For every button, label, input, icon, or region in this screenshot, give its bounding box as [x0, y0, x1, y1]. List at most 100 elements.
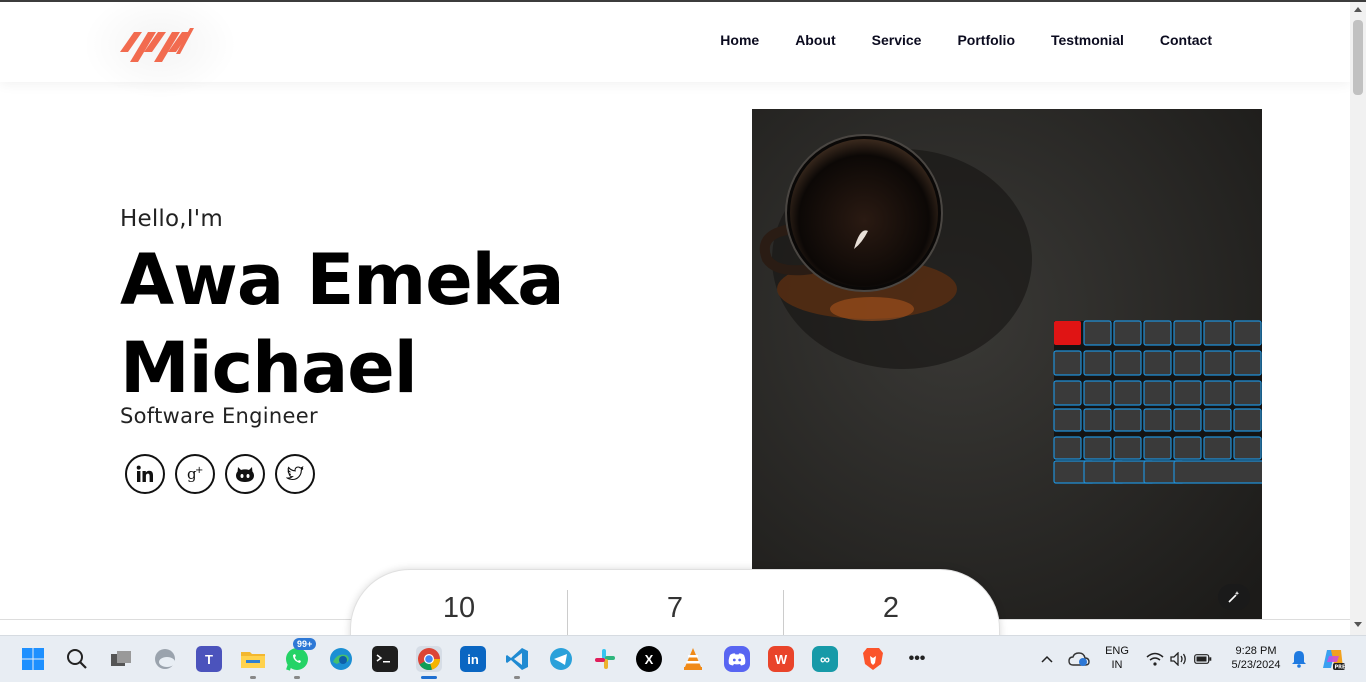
- search-icon: [67, 649, 87, 669]
- main-nav: Home About Service Portfolio Testmonial …: [684, 32, 1212, 48]
- wps-office-button[interactable]: W: [768, 646, 794, 672]
- terminal-button[interactable]: [372, 646, 398, 672]
- google-plus-icon: g +: [187, 465, 203, 483]
- teams-button[interactable]: T: [196, 646, 222, 672]
- nav-service[interactable]: Service: [872, 32, 922, 48]
- browser-viewport: Home About Service Portfolio Testmonial …: [0, 2, 1350, 635]
- google-plus-link[interactable]: g +: [175, 454, 215, 494]
- github-link[interactable]: [225, 454, 265, 494]
- discord-button[interactable]: [724, 646, 750, 672]
- running-indicator: [294, 676, 300, 679]
- hero-greeting: Hello,I'm: [120, 206, 223, 232]
- page-scrollbar[interactable]: [1350, 2, 1366, 635]
- x-icon: X: [644, 651, 654, 667]
- battery-button[interactable]: [1190, 646, 1216, 672]
- copilot-icon: PRE: [1323, 650, 1346, 671]
- volume-button[interactable]: [1166, 646, 1192, 672]
- hero-name-line1: Awa Emeka: [120, 239, 564, 321]
- nav-testimonial[interactable]: Testmonial: [1051, 32, 1124, 48]
- widgets-button[interactable]: [152, 646, 178, 672]
- input-language[interactable]: ENG IN: [1100, 645, 1134, 671]
- onedrive-button[interactable]: [1066, 646, 1092, 672]
- file-explorer-button[interactable]: [240, 646, 266, 672]
- site-header: Home About Service Portfolio Testmonial …: [0, 2, 1350, 100]
- weather-icon: [155, 649, 175, 669]
- social-links: g +: [125, 454, 563, 494]
- linkedin-link[interactable]: [125, 454, 165, 494]
- stat-item: 2: [783, 592, 999, 625]
- stat-value: 2: [882, 592, 900, 624]
- clock-date: 5/23/2024: [1231, 659, 1281, 671]
- nav-contact[interactable]: Contact: [1160, 32, 1212, 48]
- svg-text:PRE: PRE: [1335, 665, 1346, 671]
- github-icon: [236, 467, 254, 482]
- slack-button[interactable]: [592, 646, 618, 672]
- speaker-icon: [1170, 652, 1186, 666]
- scroll-down-arrow[interactable]: [1354, 622, 1362, 627]
- telegram-button[interactable]: [548, 646, 574, 672]
- scrollbar-thumb[interactable]: [1353, 20, 1363, 95]
- linkedin-app-icon: in: [467, 651, 479, 667]
- notification-badge: 99+: [293, 638, 317, 650]
- wps-icon: W: [774, 651, 788, 667]
- search-button[interactable]: [64, 646, 90, 672]
- battery-icon: [1194, 654, 1212, 664]
- slack-icon: [595, 649, 615, 669]
- start-button[interactable]: [20, 646, 46, 672]
- more-apps-button[interactable]: •••: [904, 646, 930, 672]
- telegram-icon: [550, 648, 572, 670]
- magic-wand-icon: [1228, 591, 1240, 603]
- cloud-sync-icon: [1068, 652, 1090, 666]
- running-indicator: [250, 676, 256, 679]
- scroll-up-arrow[interactable]: [1354, 7, 1362, 12]
- teams-icon: T: [205, 651, 213, 667]
- edge-button[interactable]: [328, 646, 354, 672]
- active-indicator: [421, 676, 437, 679]
- hero-intro: Hello,I'm Awa Emeka Michael Software Eng…: [120, 206, 564, 494]
- magic-wand-button[interactable]: [1218, 584, 1250, 610]
- stats-card: 10 7 2: [350, 569, 1000, 635]
- brave-icon: [863, 648, 883, 670]
- language-code: ENG: [1105, 645, 1129, 657]
- hero-name-line2: Michael: [120, 327, 418, 409]
- stat-item: 7: [567, 592, 783, 625]
- windows-icon: [22, 648, 44, 670]
- svg-text:+: +: [195, 465, 203, 476]
- linkedin-icon: [136, 465, 153, 482]
- nav-home[interactable]: Home: [720, 32, 759, 48]
- clock-time: 9:28 PM: [1235, 645, 1277, 657]
- linkedin-app-button[interactable]: in: [460, 646, 486, 672]
- notifications-button[interactable]: [1286, 646, 1312, 672]
- terminal-icon: [376, 654, 390, 663]
- show-hidden-icons-button[interactable]: [1034, 646, 1060, 672]
- task-view-icon: [111, 651, 131, 666]
- vscode-button[interactable]: [504, 646, 530, 672]
- vscode-icon: [506, 648, 528, 670]
- folder-icon: [241, 652, 265, 668]
- clock[interactable]: 9:28 PM 5/23/2024: [1224, 645, 1288, 671]
- copilot-button[interactable]: PRE: [1320, 646, 1346, 672]
- chrome-icon: [418, 648, 440, 671]
- stat-item: 10: [351, 592, 567, 625]
- x-app-button[interactable]: X: [636, 646, 662, 672]
- stat-value: 7: [666, 592, 684, 624]
- windows-taskbar: T 99+ in X W ∞ ••• ENG IN 9:28 PM 5/23/2…: [0, 635, 1366, 682]
- arduino-button[interactable]: ∞: [812, 646, 838, 672]
- network-button[interactable]: [1142, 646, 1168, 672]
- task-view-button[interactable]: [108, 646, 134, 672]
- hero-name: Awa Emeka Michael: [120, 236, 564, 412]
- running-indicator: [514, 676, 520, 679]
- vlc-button[interactable]: [680, 646, 706, 672]
- nav-about[interactable]: About: [795, 32, 835, 48]
- whatsapp-button[interactable]: 99+: [284, 638, 317, 672]
- site-logo[interactable]: [120, 24, 194, 62]
- stat-value: 10: [442, 592, 476, 624]
- chevron-up-icon: [1041, 655, 1053, 663]
- brave-button[interactable]: [860, 646, 886, 672]
- hero-photo: [752, 109, 1262, 619]
- nav-portfolio[interactable]: Portfolio: [957, 32, 1015, 48]
- twitter-link[interactable]: [275, 454, 315, 494]
- chrome-button[interactable]: [416, 646, 442, 672]
- edge-icon: [330, 648, 352, 670]
- coffee-keyboard-image: [752, 109, 1262, 619]
